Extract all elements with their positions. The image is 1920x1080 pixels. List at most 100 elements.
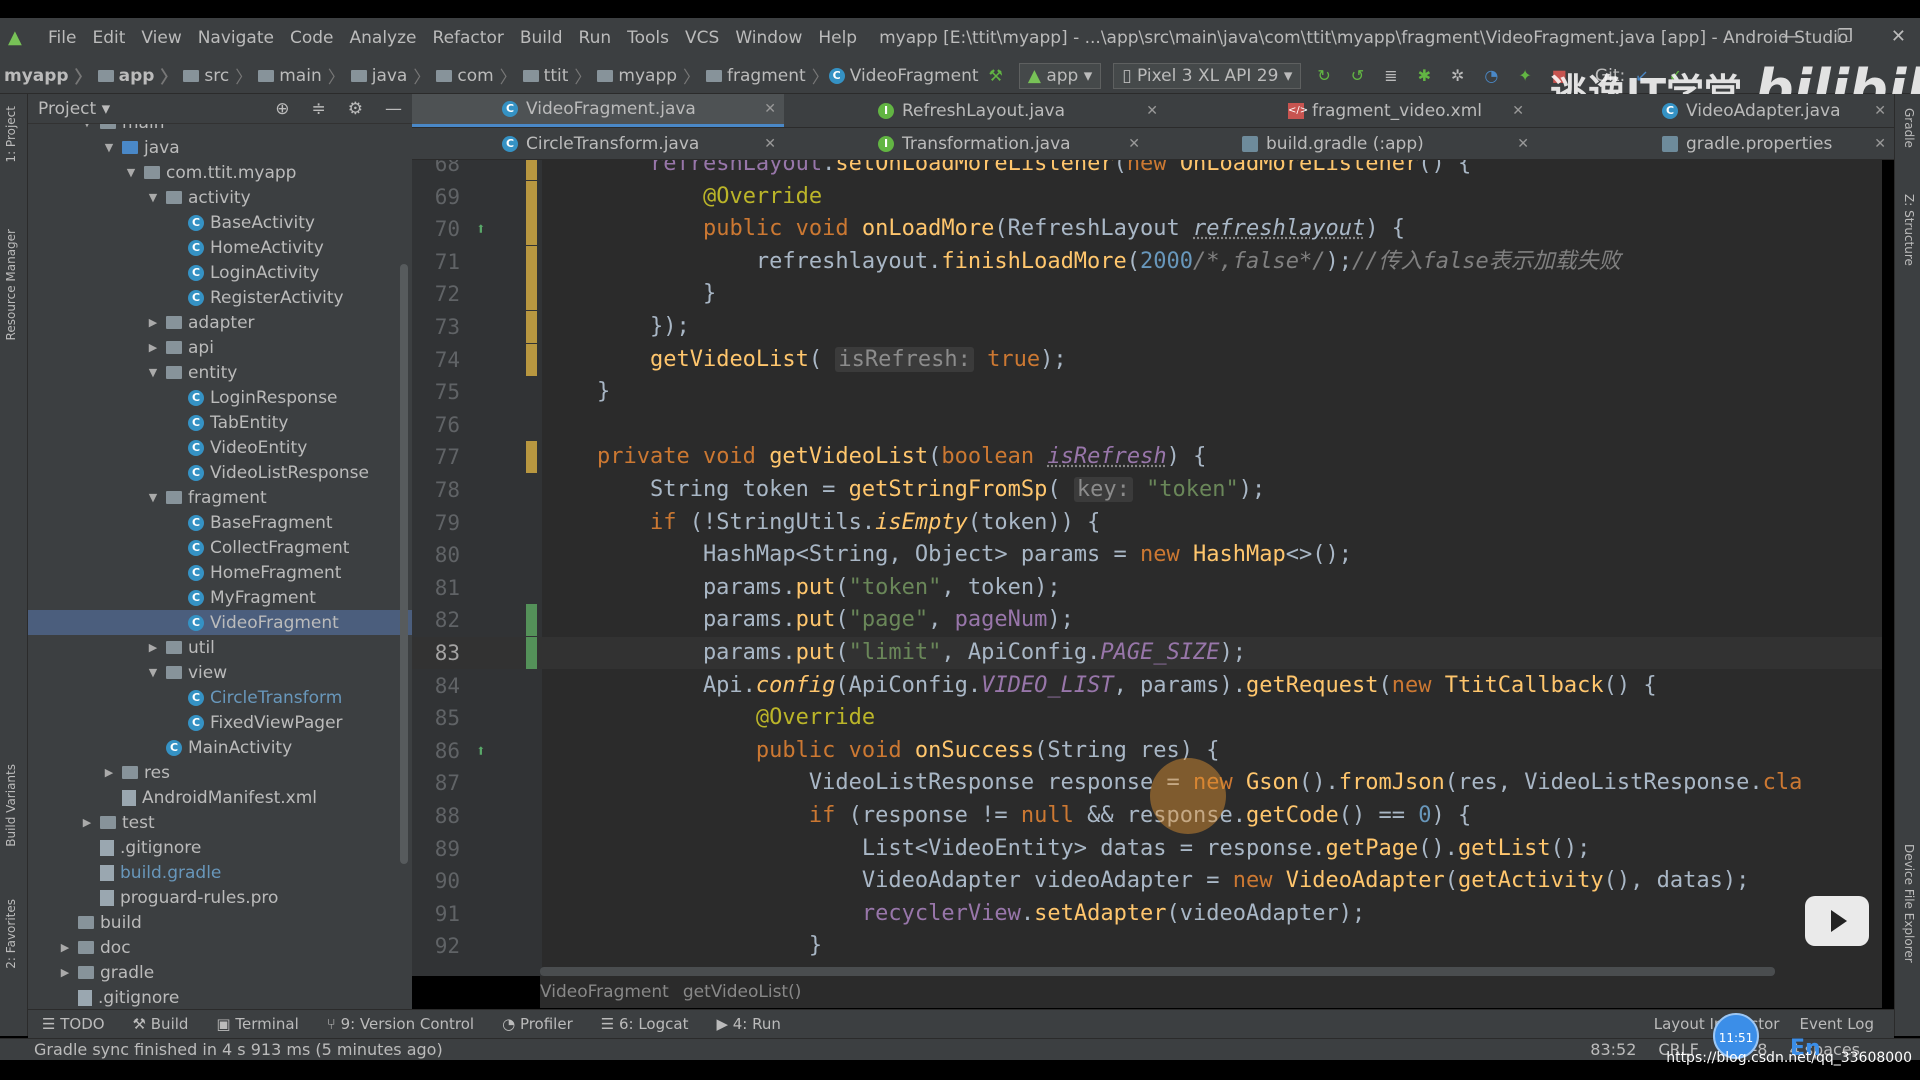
collapsed-arrow-icon[interactable]: ▶ bbox=[146, 641, 160, 654]
breadcrumb-class[interactable]: VideoFragment bbox=[540, 982, 669, 1002]
code-line[interactable]: 71 refreshlayout.finishLoadMore(2000/*,f… bbox=[412, 245, 1882, 278]
tree-item[interactable]: build bbox=[28, 910, 412, 935]
hammer-icon[interactable]: ⚒ bbox=[989, 66, 1003, 85]
expanded-arrow-icon[interactable]: ▼ bbox=[102, 141, 116, 154]
menu-edit[interactable]: Edit bbox=[92, 28, 125, 48]
collapsed-arrow-icon[interactable]: ▶ bbox=[102, 766, 116, 779]
close-tab-icon[interactable]: ✕ bbox=[1874, 103, 1886, 119]
collapsed-arrow-icon[interactable]: ▶ bbox=[80, 816, 94, 829]
code-line[interactable]: 85 @Override bbox=[412, 702, 1882, 734]
tree-item[interactable]: C RegisterActivity bbox=[28, 285, 412, 310]
restore-icon[interactable]: ❐ bbox=[1837, 26, 1853, 47]
breadcrumb-item[interactable]: myapp 〉 bbox=[591, 63, 700, 88]
tree-item[interactable]: ▼ view bbox=[28, 660, 412, 685]
code-line[interactable]: 78 String token = getStringFromSp( key: … bbox=[412, 474, 1882, 506]
tab-gradle[interactable]: Gradle bbox=[1902, 108, 1916, 148]
tree-item[interactable]: ▼ java bbox=[28, 135, 412, 160]
run-icon[interactable]: ↻ bbox=[1317, 66, 1330, 85]
expanded-arrow-icon[interactable]: ▼ bbox=[124, 166, 138, 179]
code-line[interactable]: 89 List<VideoEntity> datas = response.ge… bbox=[412, 833, 1882, 865]
tree-item[interactable]: C LoginActivity bbox=[28, 260, 412, 285]
close-tab-icon[interactable]: ✕ bbox=[764, 136, 776, 152]
collapsed-arrow-icon[interactable]: ▶ bbox=[146, 341, 160, 354]
tree-item[interactable]: build.gradle bbox=[28, 860, 412, 885]
tree-item[interactable]: C MainActivity bbox=[28, 735, 412, 760]
editor-tab[interactable]: build.gradle (:app) ✕ bbox=[1152, 128, 1537, 159]
tree-item[interactable]: ▼ com.ttit.myapp bbox=[28, 160, 412, 185]
tree-item[interactable]: C CollectFragment bbox=[28, 535, 412, 560]
close-tab-icon[interactable]: ✕ bbox=[764, 101, 776, 117]
tool-window-tab[interactable]: ▣ Terminal bbox=[216, 1015, 298, 1033]
tree-item[interactable]: ▶ test bbox=[28, 810, 412, 835]
tree-item[interactable]: ▶ adapter bbox=[28, 310, 412, 335]
close-tab-icon[interactable]: ✕ bbox=[1874, 136, 1886, 152]
menu-navigate[interactable]: Navigate bbox=[198, 28, 274, 48]
editor-tab[interactable]: C VideoAdapter.java ✕ bbox=[1572, 94, 1894, 127]
breadcrumb-item[interactable]: src 〉 bbox=[177, 63, 252, 88]
tree-item[interactable]: AndroidManifest.xml bbox=[28, 785, 412, 810]
code-line[interactable]: 73 }); bbox=[412, 311, 1882, 343]
tree-scrollbar[interactable] bbox=[400, 264, 408, 864]
editor-tab[interactable]: C CircleTransform.java ✕ bbox=[412, 128, 784, 159]
code-line[interactable]: 76 bbox=[412, 409, 1882, 441]
sync-gradle-icon[interactable]: ✦ bbox=[1518, 66, 1531, 85]
tree-item[interactable]: ▶ res bbox=[28, 760, 412, 785]
device-select[interactable]: ▯ Pixel 3 XL API 29 ▾ bbox=[1113, 62, 1302, 89]
tool-window-tab[interactable]: ▶ 4: Run bbox=[716, 1015, 780, 1033]
event-log-tab[interactable]: Event Log bbox=[1799, 1015, 1874, 1033]
tree-item[interactable]: proguard-rules.pro bbox=[28, 885, 412, 910]
attach-debugger-icon[interactable]: ✲ bbox=[1451, 66, 1464, 85]
editor-horizontal-scrollbar[interactable] bbox=[540, 967, 1775, 976]
tree-item[interactable]: ▶ api bbox=[28, 335, 412, 360]
breadcrumb-item[interactable]: ttit 〉 bbox=[517, 63, 591, 88]
menu-file[interactable]: File bbox=[48, 28, 76, 48]
tree-item[interactable]: ▼ activity bbox=[28, 185, 412, 210]
tree-item[interactable]: C VideoListResponse bbox=[28, 460, 412, 485]
tree-item[interactable]: ▼ fragment bbox=[28, 485, 412, 510]
code-line[interactable]: 84 Api.config(ApiConfig.VIDEO_LIST, para… bbox=[412, 670, 1882, 702]
code-line[interactable]: 87 VideoListResponse response = new Gson… bbox=[412, 767, 1882, 799]
code-line[interactable]: 86 ⬆ public void onSuccess(String res) { bbox=[412, 735, 1882, 767]
tab-build-variants[interactable]: Build Variants bbox=[4, 764, 18, 847]
code-line[interactable]: 80 HashMap<String, Object> params = new … bbox=[412, 539, 1882, 571]
profile-icon[interactable]: ◔ bbox=[1484, 66, 1498, 85]
breadcrumb-item[interactable]: main 〉 bbox=[252, 63, 345, 88]
vcs-change-marker[interactable] bbox=[526, 604, 537, 637]
menu-run[interactable]: Run bbox=[579, 28, 612, 48]
menu-analyze[interactable]: Analyze bbox=[350, 28, 417, 48]
tree-item[interactable]: ▶ util bbox=[28, 635, 412, 660]
code-line[interactable]: 75 } bbox=[412, 376, 1882, 408]
code-line[interactable]: 79 if (!StringUtils.isEmpty(token)) { bbox=[412, 507, 1882, 539]
collapsed-arrow-icon[interactable]: ▶ bbox=[58, 941, 72, 954]
menu-view[interactable]: View bbox=[141, 28, 181, 48]
debug-icon[interactable]: ✱ bbox=[1418, 66, 1431, 85]
breadcrumb-item[interactable]: myapp 〉 bbox=[4, 63, 92, 89]
breadcrumb-item[interactable]: fragment 〉 bbox=[700, 63, 829, 88]
code-line[interactable]: 70 ⬆ public void onLoadMore(RefreshLayout… bbox=[412, 213, 1882, 246]
collapsed-arrow-icon[interactable]: ▶ bbox=[58, 966, 72, 979]
tool-window-tab[interactable]: ⚒ Build bbox=[133, 1015, 189, 1033]
tree-item[interactable]: C CircleTransform bbox=[28, 685, 412, 710]
expanded-arrow-icon[interactable]: ▼ bbox=[146, 366, 160, 379]
vcs-change-marker[interactable] bbox=[526, 213, 537, 246]
run-config-select[interactable]: ▲ app ▾ bbox=[1018, 62, 1102, 89]
tool-window-tab[interactable]: ⑂ 9: Version Control bbox=[327, 1015, 474, 1033]
collapsed-arrow-icon[interactable]: ▶ bbox=[146, 316, 160, 329]
tree-item[interactable]: C MyFragment bbox=[28, 585, 412, 610]
override-marker-icon[interactable]: ⬆ bbox=[476, 735, 486, 767]
breadcrumb-item[interactable]: app 〉 bbox=[92, 63, 177, 88]
menu-refactor[interactable]: Refactor bbox=[433, 28, 504, 48]
tree-item[interactable]: C VideoEntity bbox=[28, 435, 412, 460]
vcs-change-marker[interactable] bbox=[526, 278, 537, 311]
project-view-selector[interactable]: Project ▾ bbox=[38, 99, 110, 119]
close-tab-icon[interactable]: ✕ bbox=[1146, 103, 1158, 119]
expanded-arrow-icon[interactable]: ▼ bbox=[146, 491, 160, 504]
expanded-arrow-icon[interactable]: ▼ bbox=[146, 191, 160, 204]
caret-position[interactable]: 83:52 bbox=[1590, 1040, 1636, 1059]
code-line[interactable]: 72 } bbox=[412, 278, 1882, 311]
tree-item[interactable]: C VideoFragment bbox=[28, 610, 412, 635]
tree-item[interactable]: ▼ entity bbox=[28, 360, 412, 385]
tab-project[interactable]: 1: Project bbox=[4, 106, 18, 163]
code-line[interactable]: 90 VideoAdapter videoAdapter = new Video… bbox=[412, 865, 1882, 897]
tree-item[interactable]: .gitignore bbox=[28, 985, 412, 1007]
